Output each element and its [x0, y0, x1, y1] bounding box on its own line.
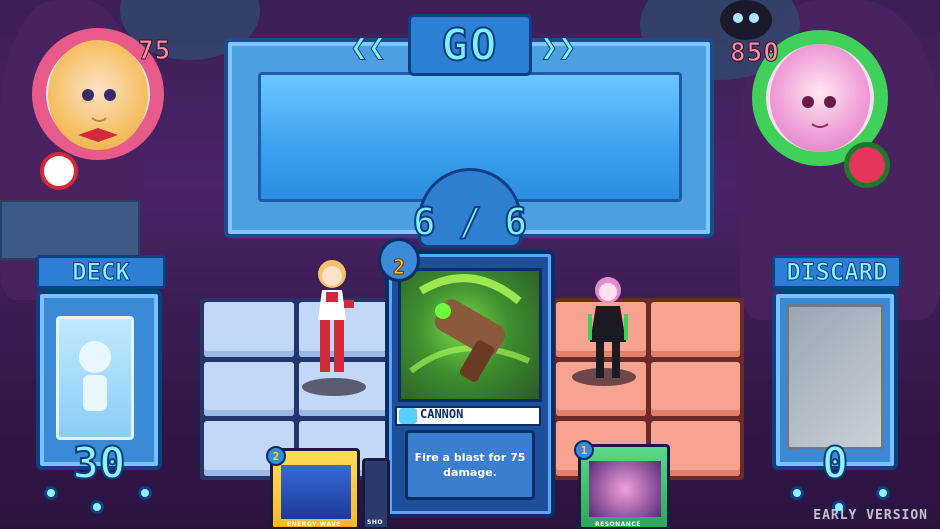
hand-card[interactable]: RESONANCE: [578, 444, 670, 529]
enemy-portrait: [770, 44, 870, 152]
early-version-watermark: EARLY VERSION: [813, 508, 928, 523]
enemy-hp-value: 850: [730, 38, 780, 69]
gun-type-icon: [399, 408, 417, 424]
hand-card-label: RESONANCE: [595, 521, 641, 528]
energy-wave-art: [281, 465, 351, 519]
discard-slot: [786, 304, 884, 450]
circuit-node: [876, 486, 890, 500]
player-character: [296, 250, 366, 390]
card-description: Fire a blast for 75 damage.: [414, 451, 526, 479]
card-description-box: Fire a blast for 75 damage.: [405, 430, 535, 500]
circuit-node: [44, 486, 58, 500]
player-tile[interactable]: [204, 361, 294, 417]
chevron-right-icon: ❯❯: [539, 30, 577, 66]
player-portrait: [48, 40, 148, 150]
circuit-node: [790, 486, 804, 500]
discard-count: 0: [821, 437, 850, 490]
deck-label: DECK: [36, 255, 166, 289]
enemy-tile: [650, 361, 740, 417]
enemy-drone-icon: [720, 0, 772, 40]
card-cost: 2: [378, 238, 420, 282]
hand-card-cost: 1: [574, 440, 594, 460]
player-tile[interactable]: [204, 302, 294, 357]
chevron-left-icon: ❮❮: [349, 30, 387, 66]
card-name: CANNON: [420, 407, 464, 421]
hand-card-label: SHO: [367, 519, 383, 526]
energy-counter: 6 / 6: [412, 199, 528, 245]
enemy-tile: [650, 302, 740, 357]
hand-card-cost: 2: [266, 446, 286, 466]
go-button[interactable]: GO: [408, 14, 532, 76]
circuit-node: [138, 486, 152, 500]
player-hp-value: 75: [137, 36, 172, 67]
stone-ruin: [0, 200, 140, 260]
enemy-character: [580, 270, 636, 386]
cannon-art: [398, 268, 542, 402]
heart-icon: [40, 152, 78, 190]
hand-card[interactable]: SHO: [362, 458, 390, 529]
deck-top-card: [56, 316, 134, 440]
enemy-core-icon: [844, 142, 890, 188]
circuit-node: [90, 500, 104, 514]
go-label: GO: [441, 19, 499, 72]
deck-count: 30: [72, 437, 127, 490]
hand-card-label: ENERGY WAVE: [287, 521, 341, 528]
discard-label: DISCARD: [772, 255, 902, 289]
resonance-art: [589, 461, 661, 517]
